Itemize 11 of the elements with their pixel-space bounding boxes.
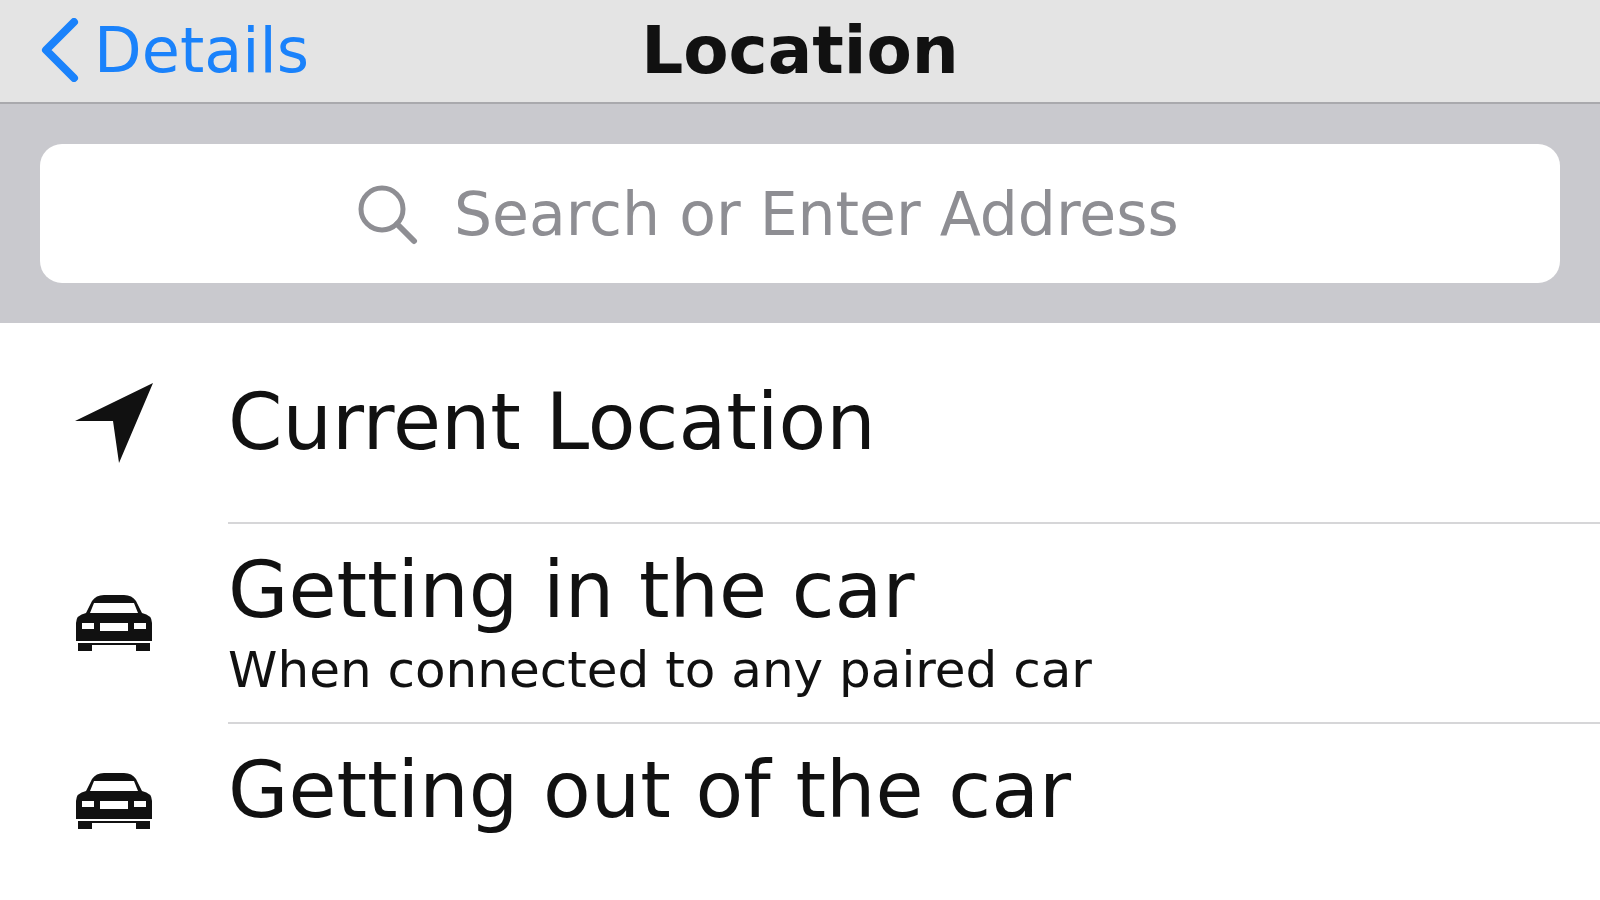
- row-title[interactable]: Getting out of the car: [228, 745, 1072, 835]
- car-icon: [74, 595, 154, 651]
- location-arrow-icon: [75, 383, 153, 463]
- row-title[interactable]: Current Location: [228, 377, 1600, 467]
- car-icon: [74, 773, 154, 829]
- screen-title: Location: [641, 11, 959, 89]
- search-input[interactable]: Search or Enter Address: [454, 178, 1244, 249]
- row-subtitle: When connected to any paired car: [228, 641, 1093, 699]
- search-field[interactable]: Search or Enter Address: [40, 144, 1560, 283]
- chevron-icon: [40, 18, 80, 82]
- row-title[interactable]: Getting in the car: [228, 545, 1600, 635]
